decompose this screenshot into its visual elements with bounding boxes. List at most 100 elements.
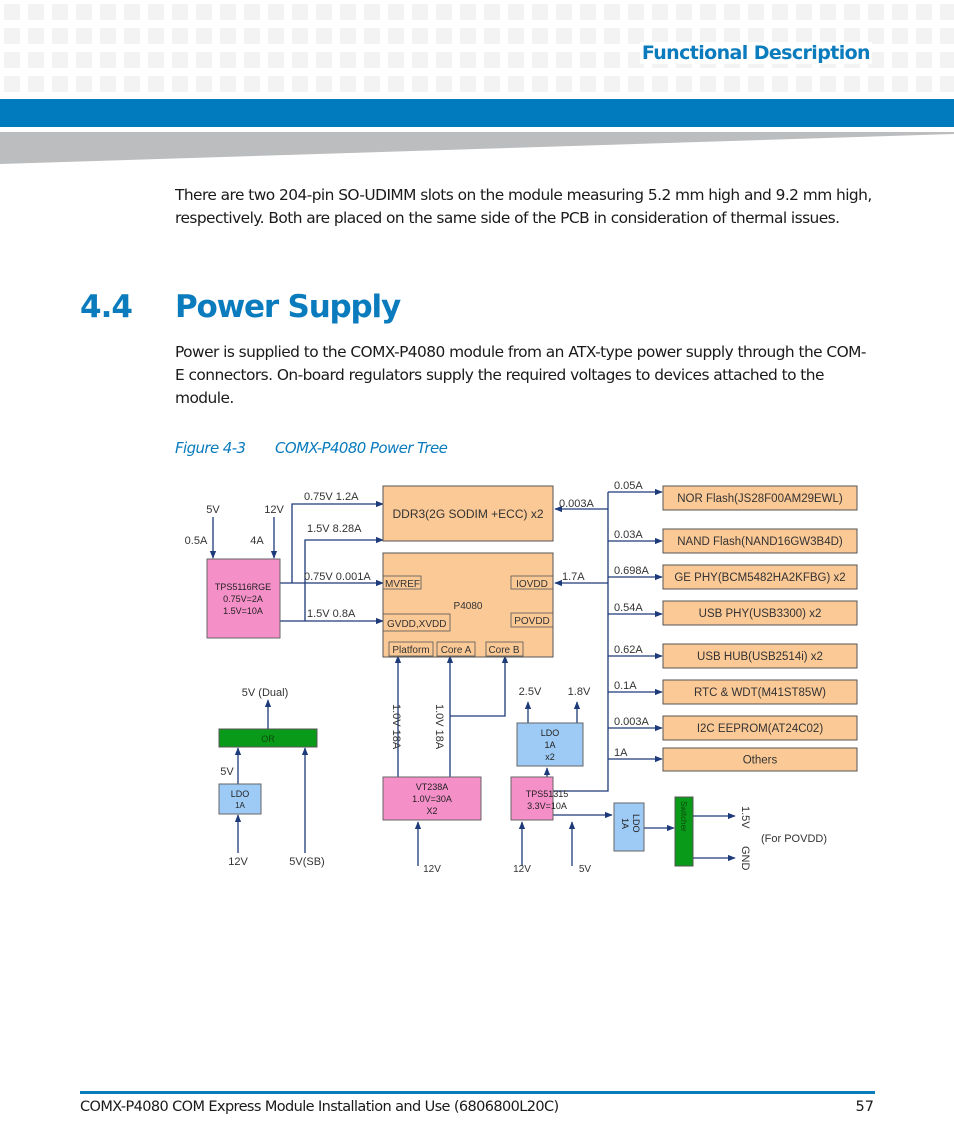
- device-current: 0.003A: [614, 716, 650, 728]
- pin-core-b: Core B: [488, 645, 519, 656]
- header-grid-cell: [892, 4, 908, 20]
- rail-ddr-33: 0.003A: [559, 498, 595, 510]
- header-grid-cell: [148, 28, 164, 44]
- device-label: NOR Flash(JS28F00AM29EWL): [677, 493, 843, 505]
- header-grid-cell: [76, 28, 92, 44]
- header-grid-cell: [532, 28, 548, 44]
- footer-rule: [80, 1091, 875, 1094]
- header-grid-cell: [484, 4, 500, 20]
- pin-core-a: Core A: [441, 645, 472, 656]
- header-grid-cell: [268, 52, 284, 68]
- vt238a-regulator: VT238A 1.0V=30A X2: [382, 776, 482, 821]
- header-grid-cell: [940, 4, 954, 20]
- header-band: [0, 99, 954, 127]
- power-tree-diagram: TPS5116RGE 0.75V=2A 1.5V=10A 5V 0.5A 12V…: [185, 480, 858, 875]
- pin-platform: Platform: [392, 645, 429, 656]
- device-label: RTC & WDT(M41ST85W): [694, 687, 826, 699]
- header-grid-cell: [388, 28, 404, 44]
- header-grid-cell: [244, 28, 260, 44]
- header-grid-cell: [292, 4, 308, 20]
- dual-ldo-block: LDO 1A: [218, 783, 262, 815]
- device-item: NOR Flash(JS28F00AM29EWL) 0.05A: [614, 480, 858, 511]
- device-label: GE PHY(BCM5482HA2KFBG) x2: [674, 572, 845, 584]
- header-grid-cell: [484, 28, 500, 44]
- switcher-label: Switcher: [679, 801, 688, 832]
- header-grid-cell: [316, 52, 332, 68]
- rail-ddr-075: 0.75V 1.2A: [304, 491, 359, 503]
- header-grid-cell: [940, 76, 954, 92]
- device-label: USB PHY(USB3300) x2: [699, 608, 822, 620]
- pin-iovdd: IOVDD: [516, 579, 548, 590]
- header-grid-cell: [196, 52, 212, 68]
- device-label: Others: [743, 755, 778, 767]
- tps51315-regulator: TPS51315 3.3V=10A: [510, 776, 569, 821]
- tps51315-input-5v: 5V: [579, 864, 592, 875]
- header-grid-cell: [604, 52, 620, 68]
- header-grid-cell: [628, 76, 644, 92]
- header-grid-cell: [28, 28, 44, 44]
- header-grid-cell: [292, 28, 308, 44]
- header-grid-cell: [820, 76, 836, 92]
- pin-gvdd: GVDD,XVDD: [387, 619, 446, 630]
- header-grid-cell: [796, 4, 812, 20]
- tps5116-name: TPS5116RGE: [215, 582, 271, 592]
- header-grid-cell: [604, 28, 620, 44]
- header-grid-cell: [4, 52, 20, 68]
- header-grid-cell: [940, 28, 954, 44]
- header-grid-cell: [4, 76, 20, 92]
- device-item: USB PHY(USB3300) x2 0.54A: [614, 600, 858, 626]
- header-grid-cell: [700, 76, 716, 92]
- header-grid-cell: [484, 52, 500, 68]
- header-grid-cell: [628, 4, 644, 20]
- header-grid-cell: [244, 4, 260, 20]
- header-grid-cell: [52, 4, 68, 20]
- header-grid-cell: [892, 52, 908, 68]
- header-grid-cell: [700, 4, 716, 20]
- header-grid-cell: [724, 76, 740, 92]
- header-grid-cell: [604, 76, 620, 92]
- rail-ddr-15: 1.5V 8.28A: [307, 523, 362, 535]
- wire-core-b: [450, 655, 509, 717]
- header-grid-cell: [316, 4, 332, 20]
- tps51315-name: TPS51315: [526, 789, 569, 799]
- header-grid-cell: [124, 52, 140, 68]
- device-current: 0.54A: [614, 602, 643, 614]
- header-grid-cell: [220, 76, 236, 92]
- intro-paragraph: There are two 204-pin SO-UDIMM slots on …: [175, 186, 872, 227]
- ldo-x2-line2: 1A: [544, 740, 555, 750]
- header-grid-cell: [340, 76, 356, 92]
- header-grid-cell: [196, 76, 212, 92]
- figure-caption: Figure 4-3 COMX-P4080 Power Tree: [175, 439, 448, 457]
- header-grid-cell: [4, 4, 20, 20]
- label-12v: 12V: [264, 504, 284, 516]
- vt238a-input: 12V: [423, 864, 441, 875]
- rail-mvref: 0.75V 0.001A: [304, 571, 371, 583]
- header-grid-cell: [580, 76, 596, 92]
- header-grid-cell: [220, 28, 236, 44]
- header-grid-cell: [4, 28, 20, 44]
- header-grid-cell: [844, 4, 860, 20]
- header-grid-cell: [388, 52, 404, 68]
- header-grid-cell: [220, 52, 236, 68]
- header-grid-cell: [364, 52, 380, 68]
- device-list: NOR Flash(JS28F00AM29EWL) 0.05A NAND Flash…: [614, 480, 858, 772]
- header-grid-cell: [436, 76, 452, 92]
- device-current: 0.698A: [614, 565, 650, 577]
- header-grid-cell: [460, 76, 476, 92]
- header-grid-cell: [436, 28, 452, 44]
- ldo-out-2v5: 2.5V: [519, 686, 542, 698]
- ddr3-label: DDR3(2G SODIM +ECC) x2: [392, 507, 543, 521]
- header-grid-cell: [52, 52, 68, 68]
- dual-output-label: 5V (Dual): [242, 687, 288, 699]
- header-grid-cell: [460, 52, 476, 68]
- header-grid-cell: [364, 28, 380, 44]
- header-grid-cell: [316, 28, 332, 44]
- header-grid-cell: [892, 76, 908, 92]
- header-grid-cell: [868, 76, 884, 92]
- header-grid-cell: [508, 4, 524, 20]
- header-grid-cell: [916, 4, 932, 20]
- ldo-povdd-line1: LDO: [631, 814, 641, 833]
- figure-title: COMX-P4080 Power Tree: [275, 439, 448, 457]
- device-current: 0.05A: [614, 480, 643, 492]
- header-grid-cell: [796, 76, 812, 92]
